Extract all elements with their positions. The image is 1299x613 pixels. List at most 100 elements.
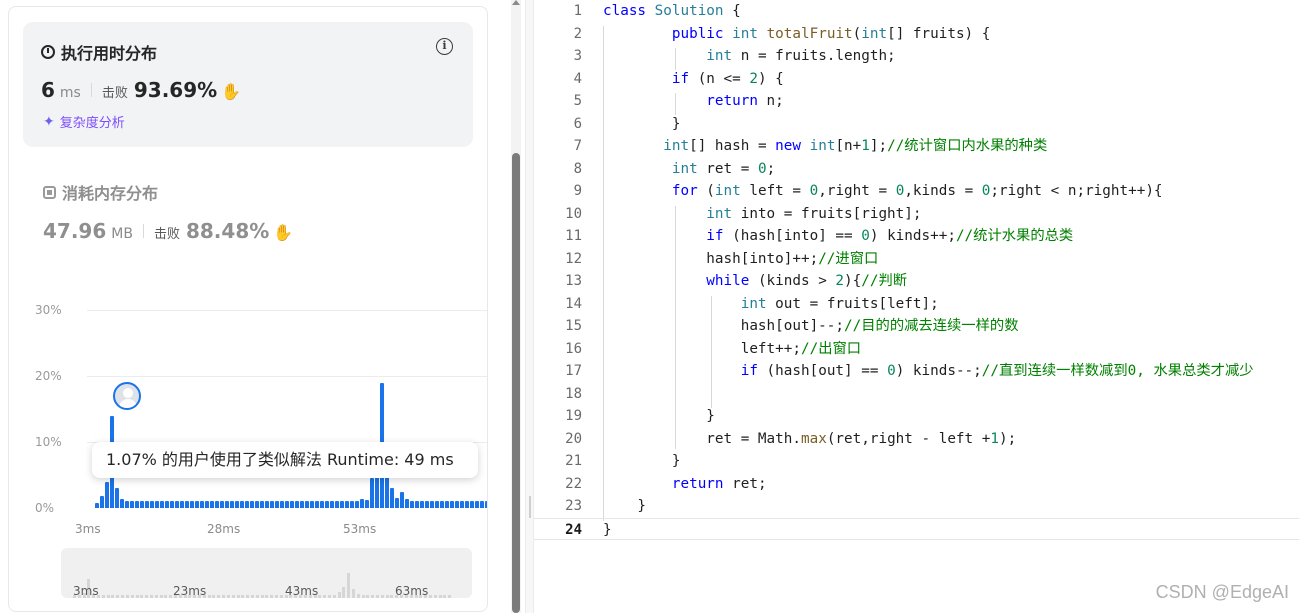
chart-bar[interactable] — [265, 501, 269, 508]
chart-bar[interactable] — [335, 501, 339, 508]
overview-range-slider[interactable]: 3ms 23ms 43ms 63ms — [61, 548, 472, 598]
chart-bar[interactable] — [155, 501, 159, 508]
chart-bar[interactable] — [255, 501, 259, 508]
code-line[interactable]: 22 return ret; — [534, 473, 1299, 496]
chart-bar[interactable] — [325, 501, 329, 508]
complexity-analysis-link[interactable]: ✦ 复杂度分析 — [43, 112, 125, 132]
code-line[interactable]: 13 while (kinds > 2){//判断 — [534, 270, 1299, 293]
chart-bar[interactable] — [235, 501, 239, 508]
chart-bar[interactable] — [370, 478, 374, 508]
code-editor[interactable]: 1 class Solution {2 public int totalFruit… — [534, 0, 1299, 613]
chart-bar[interactable] — [245, 501, 249, 508]
runtime-section[interactable]: 执行用时分布 i 6 ms 击败 93.69% ✋ ✦ 复杂度分析 — [23, 22, 473, 147]
info-icon[interactable]: i — [436, 38, 453, 55]
scrollbar-thumb[interactable] — [512, 153, 520, 613]
chart-bar[interactable] — [415, 501, 419, 508]
chart-bar[interactable] — [180, 501, 184, 508]
chart-bar[interactable] — [320, 501, 324, 508]
chart-bar[interactable] — [340, 501, 344, 508]
chart-bar[interactable] — [215, 501, 219, 508]
chart-bar[interactable] — [290, 501, 294, 508]
chart-bar[interactable] — [485, 501, 487, 508]
code-line[interactable]: 6 } — [534, 113, 1299, 136]
chart-bar[interactable] — [430, 501, 434, 508]
chart-bar[interactable] — [275, 501, 279, 508]
chart-bar[interactable] — [165, 501, 169, 508]
chart-bar[interactable] — [405, 498, 409, 508]
chart-bar[interactable] — [135, 501, 139, 508]
chart-bar[interactable] — [360, 498, 364, 508]
chart-bar[interactable] — [120, 499, 124, 508]
chart-bar[interactable] — [350, 501, 354, 508]
chart-bar[interactable] — [130, 501, 134, 508]
code-line[interactable]: 3 int n = fruits.length; — [534, 45, 1299, 68]
code-line[interactable]: 17 if (hash[out] == 0) kinds--;//直到连续一样数… — [534, 360, 1299, 383]
code-line[interactable]: 10 int into = fruits[right]; — [534, 203, 1299, 226]
code-line[interactable]: 8 int ret = 0; — [534, 158, 1299, 181]
code-line[interactable]: 14 int out = fruits[left]; — [534, 293, 1299, 316]
code-line[interactable]: 7 int[] hash = new int[n+1];//统计窗口内水果的种类 — [534, 135, 1299, 158]
chart-bar[interactable] — [445, 501, 449, 508]
chart-bar[interactable] — [310, 501, 314, 508]
chart-bar[interactable] — [200, 501, 204, 508]
code-line[interactable]: 15 hash[out]--;//目的的减去连续一样的数 — [534, 315, 1299, 338]
chart-bar[interactable] — [465, 501, 469, 508]
panel-splitter[interactable] — [525, 0, 534, 613]
chart-bar[interactable] — [100, 496, 104, 508]
code-line[interactable]: 19 } — [534, 405, 1299, 428]
code-line[interactable]: 16 left++;//出窗口 — [534, 338, 1299, 361]
chart-bar[interactable] — [260, 501, 264, 508]
chart-bar[interactable] — [240, 501, 244, 508]
code-line[interactable]: 5 return n; — [534, 90, 1299, 113]
chart-bar[interactable] — [205, 501, 209, 508]
chart-bar[interactable] — [295, 501, 299, 508]
code-line[interactable]: 23 } — [534, 495, 1299, 518]
chart-bar[interactable] — [345, 501, 349, 508]
chart-bar[interactable] — [305, 501, 309, 508]
chart-bar[interactable] — [410, 501, 414, 508]
chart-bar[interactable] — [250, 501, 254, 508]
chart-bar[interactable] — [210, 501, 214, 508]
chart-bar[interactable] — [475, 501, 479, 508]
chart-bar[interactable] — [425, 501, 429, 508]
drag-handle[interactable] — [529, 496, 531, 518]
chart-bar[interactable] — [330, 501, 334, 508]
chart-bar[interactable] — [435, 501, 439, 508]
chart-bar[interactable] — [470, 501, 474, 508]
code-line[interactable]: 21 } — [534, 450, 1299, 473]
chart-bar[interactable] — [355, 501, 359, 508]
chart-bar[interactable] — [115, 488, 119, 508]
code-line[interactable]: 9 for (int left = 0,right = 0,kinds = 0;… — [534, 180, 1299, 203]
code-line[interactable]: 4 if (n <= 2) { — [534, 68, 1299, 91]
code-line[interactable]: 20 ret = Math.max(ret,right - left +1); — [534, 428, 1299, 451]
chart-bar[interactable] — [460, 501, 464, 508]
code-line[interactable]: 2 public int totalFruit(int[] fruits) { — [534, 23, 1299, 46]
chart-bar[interactable] — [420, 501, 424, 508]
code-line[interactable]: 11 if (hash[into] == 0) kinds++;//统计水果的总… — [534, 225, 1299, 248]
chart-bar[interactable] — [395, 498, 399, 508]
chart-bar[interactable] — [450, 501, 454, 508]
chart-bar[interactable] — [145, 501, 149, 508]
chart-bar[interactable] — [270, 501, 274, 508]
code-line[interactable]: 24} — [534, 517, 1299, 540]
chart-bar[interactable] — [455, 501, 459, 508]
chart-bar[interactable] — [440, 501, 444, 508]
runtime-distribution-chart[interactable]: 30% 20% 10% 0% 3ms 28ms 53ms 1.07% 的用户使用… — [29, 297, 487, 537]
chart-bar[interactable] — [390, 488, 394, 508]
chart-bar[interactable] — [300, 501, 304, 508]
chart-bar[interactable] — [230, 501, 234, 508]
chart-bar[interactable] — [140, 501, 144, 508]
code-line[interactable]: 1 class Solution { — [534, 0, 1299, 23]
scroll-up-arrow-icon[interactable] — [512, 0, 520, 5]
chart-bar[interactable] — [185, 501, 189, 508]
chart-bar[interactable] — [105, 481, 109, 508]
chart-bar[interactable] — [150, 501, 154, 508]
chart-bar[interactable] — [175, 501, 179, 508]
chart-bar[interactable] — [285, 501, 289, 508]
chart-bar[interactable] — [400, 491, 404, 508]
code-line[interactable]: 12 hash[into]++;//进窗口 — [534, 248, 1299, 271]
code-line[interactable]: 18 — [534, 383, 1299, 406]
user-avatar[interactable] — [113, 382, 141, 410]
panel-scrollbar[interactable] — [511, 0, 521, 613]
chart-bar[interactable] — [315, 501, 319, 508]
